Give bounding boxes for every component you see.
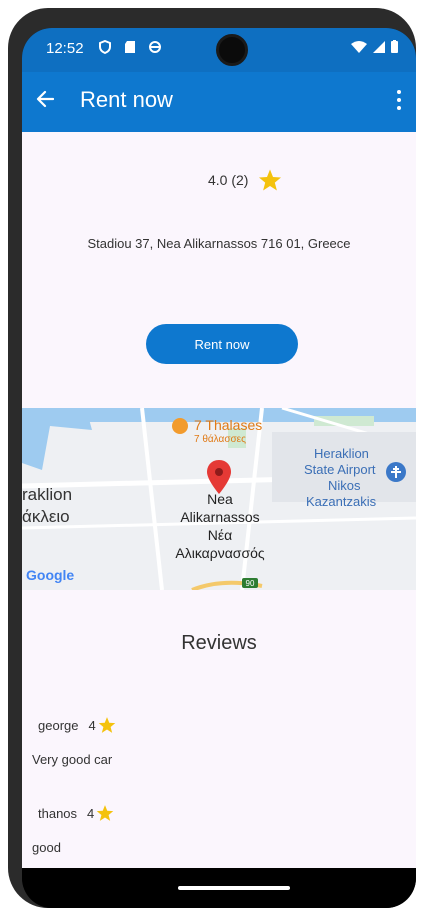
city-label: raklion <box>22 485 72 504</box>
location-marker-icon <box>207 460 231 494</box>
restaurant-icon <box>172 418 188 434</box>
sync-icon <box>149 41 161 53</box>
review-text: Very good car <box>32 752 113 767</box>
status-icons-left <box>98 40 162 54</box>
restaurant-label-greek: 7 θάλασσες <box>194 433 246 445</box>
status-time: 12:52 <box>46 40 84 57</box>
home-indicator[interactable] <box>178 886 290 890</box>
status-bar: 12:52 <box>22 28 416 72</box>
page-title: Rent now <box>80 87 173 112</box>
phone-screen: 12:52 Rent now 4.0 (2) Stadiou 37, Nea A… <box>22 28 416 908</box>
reviews-title: Reviews <box>181 632 257 654</box>
neighborhood-label-3: Νέα <box>208 527 232 543</box>
review-text: good <box>32 840 61 855</box>
review-header: george 4 <box>38 716 116 734</box>
address-text: Stadiou 37, Nea Alikarnassos 716 01, Gre… <box>87 236 351 251</box>
sd-card-icon <box>125 41 135 53</box>
battery-icon <box>391 40 398 53</box>
rating-summary: 4.0 (2) <box>208 168 282 192</box>
map-view[interactable]: 90 7 Thalases 7 θάλασσες raklion άκλειο … <box>22 408 416 590</box>
rent-now-button[interactable]: Rent now <box>146 324 298 364</box>
rating-value: 4.0 (2) <box>208 172 249 188</box>
wifi-icon <box>351 40 367 53</box>
neighborhood-label-1: Nea <box>207 491 233 507</box>
airport-label-1: Heraklion <box>314 446 369 461</box>
neighborhood-label-4: Αλικαρνασσός <box>175 545 264 561</box>
app-bar: Rent now <box>22 72 416 132</box>
more-vert-icon[interactable] <box>392 90 404 114</box>
airport-label-2: State Airport <box>304 462 376 477</box>
status-icons-right <box>351 40 398 53</box>
review-rating: 4 <box>87 804 114 822</box>
airport-label-4: Kazantzakis <box>306 494 377 509</box>
google-logo: Google <box>26 567 74 583</box>
star-icon <box>97 805 114 821</box>
shield-icon <box>99 40 111 54</box>
back-button[interactable] <box>36 90 55 112</box>
road-shield-label: 90 <box>246 579 255 588</box>
front-camera <box>216 34 248 66</box>
arrow-left-icon <box>36 90 55 108</box>
neighborhood-label-2: Alikarnassos <box>180 509 259 525</box>
reviewer-name: thanos <box>38 805 78 821</box>
main-content: 4.0 (2) Stadiou 37, Nea Alikarnassos 716… <box>22 132 416 868</box>
review-rating: 4 <box>88 716 115 734</box>
reviewer-name: george <box>38 717 79 733</box>
star-icon <box>98 717 115 733</box>
airport-label-3: Nikos <box>328 478 361 493</box>
map-graphic: 90 7 Thalases 7 θάλασσες raklion άκλειο … <box>22 408 416 590</box>
signal-icon <box>373 40 385 53</box>
navigation-bar <box>22 868 416 908</box>
phone-frame: 12:52 Rent now 4.0 (2) Stadiou 37, Nea A… <box>8 8 416 908</box>
restaurant-label: 7 Thalases <box>194 417 262 433</box>
review-header: thanos 4 <box>38 804 114 822</box>
star-icon <box>259 169 282 191</box>
city-label-greek: άκλειο <box>22 507 70 526</box>
